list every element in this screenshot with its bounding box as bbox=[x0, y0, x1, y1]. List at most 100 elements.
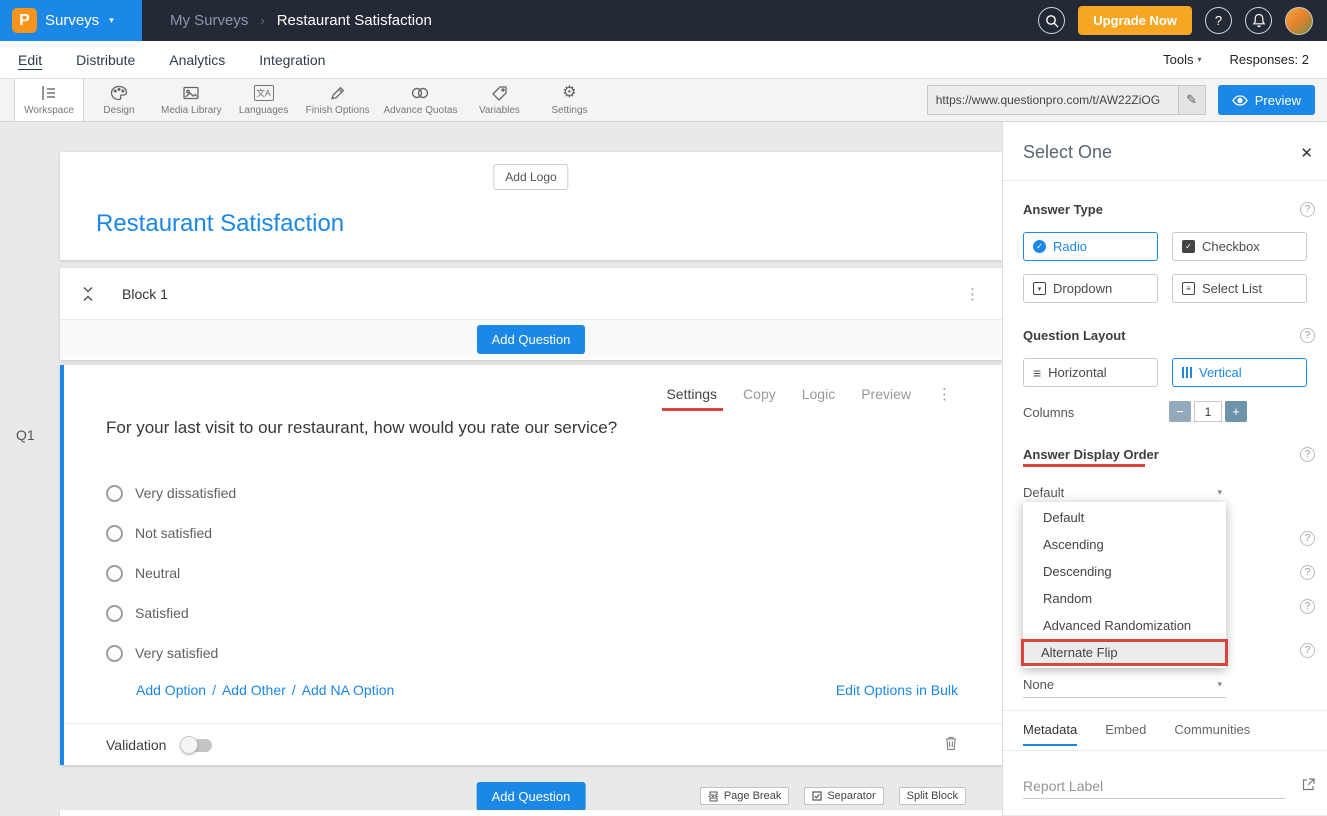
survey-url-input[interactable] bbox=[927, 85, 1179, 115]
help-icon[interactable]: ? bbox=[1300, 599, 1315, 614]
block-menu-icon[interactable]: ⋮ bbox=[965, 285, 980, 303]
separator-label: Separator bbox=[827, 790, 875, 802]
option-add-links: Add Option / Add Other / Add NA Option bbox=[136, 682, 394, 698]
breadcrumb-current: Restaurant Satisfaction bbox=[277, 12, 432, 29]
toolbar-item-variables[interactable]: Variables bbox=[464, 79, 534, 121]
breadcrumb-my-surveys[interactable]: My Surveys bbox=[170, 12, 248, 29]
columns-increment-button[interactable]: + bbox=[1225, 401, 1247, 422]
menu-item-ascending[interactable]: Ascending bbox=[1023, 531, 1226, 558]
chevron-down-icon: ▾ bbox=[1197, 55, 1201, 64]
collapse-block-icon[interactable] bbox=[82, 286, 94, 302]
responses-link[interactable]: Responses: 2 bbox=[1230, 52, 1310, 67]
edit-url-button[interactable]: ✎ bbox=[1179, 85, 1206, 115]
add-logo-button[interactable]: Add Logo bbox=[493, 164, 568, 190]
tab-integration[interactable]: Integration bbox=[259, 52, 325, 68]
answer-option-label[interactable]: Satisfied bbox=[135, 605, 189, 621]
toolbar-item-media-library[interactable]: Media Library bbox=[154, 79, 229, 121]
help-icon[interactable]: ? bbox=[1300, 643, 1315, 658]
help-icon[interactable]: ? bbox=[1300, 202, 1315, 217]
columns-decrement-button[interactable]: − bbox=[1169, 401, 1191, 422]
split-block-button[interactable]: Split Block bbox=[899, 787, 966, 805]
add-option-link[interactable]: Add Option bbox=[136, 682, 206, 698]
columns-input[interactable] bbox=[1194, 401, 1222, 422]
layout-vertical-button[interactable]: Vertical bbox=[1172, 358, 1307, 387]
answer-type-dropdown[interactable]: ▾ Dropdown bbox=[1023, 274, 1158, 303]
page-break-button[interactable]: Page Break bbox=[700, 787, 789, 805]
toolbar-item-settings[interactable]: ⚙ Settings bbox=[534, 79, 604, 121]
answer-type-options: ✓ Radio ✓ Checkbox ▾ Dropdown ≡ Select L… bbox=[1023, 232, 1307, 303]
toolbar-item-workspace[interactable]: Workspace bbox=[14, 79, 84, 121]
tab-edit[interactable]: Edit bbox=[18, 52, 42, 68]
notifications-button[interactable] bbox=[1245, 7, 1272, 34]
close-panel-icon[interactable]: ✕ bbox=[1300, 144, 1313, 162]
survey-toolbar: Workspace Design Media Library 文A Langua… bbox=[0, 79, 1327, 122]
radio-button[interactable] bbox=[106, 645, 123, 662]
edit-options-bulk-link[interactable]: Edit Options in Bulk bbox=[836, 682, 958, 698]
question-tab-preview[interactable]: Preview bbox=[861, 386, 911, 402]
toolbar-item-design[interactable]: Design bbox=[84, 79, 154, 121]
report-label-input[interactable] bbox=[1023, 774, 1285, 799]
horizontal-lines-icon: ≡ bbox=[1033, 366, 1041, 380]
answer-option-label[interactable]: Not satisfied bbox=[135, 525, 212, 541]
help-icon[interactable]: ? bbox=[1300, 328, 1315, 343]
annotation-display-order-underline bbox=[1023, 464, 1145, 467]
divider bbox=[1003, 750, 1327, 751]
answer-type-radio[interactable]: ✓ Radio bbox=[1023, 232, 1158, 261]
delete-question-icon[interactable] bbox=[944, 735, 958, 751]
divider bbox=[1003, 180, 1327, 181]
tab-analytics[interactable]: Analytics bbox=[169, 52, 225, 68]
radio-button[interactable] bbox=[106, 485, 123, 502]
separator-button[interactable]: Separator bbox=[804, 787, 883, 805]
add-other-link[interactable]: Add Other bbox=[222, 682, 286, 698]
menu-item-advanced-randomization[interactable]: Advanced Randomization bbox=[1023, 612, 1226, 639]
answer-type-checkbox[interactable]: ✓ Checkbox bbox=[1172, 232, 1307, 261]
answer-type-select-list[interactable]: ≡ Select List bbox=[1172, 274, 1307, 303]
help-button[interactable]: ? bbox=[1205, 7, 1232, 34]
validation-toggle[interactable] bbox=[182, 739, 212, 752]
answer-option-label[interactable]: Very satisfied bbox=[135, 645, 218, 661]
app-menu[interactable]: P Surveys ▾ bbox=[0, 0, 142, 41]
layout-horizontal-button[interactable]: ≡ Horizontal bbox=[1023, 358, 1158, 387]
answer-type-option-label: Select List bbox=[1202, 281, 1262, 296]
toolbar-item-languages[interactable]: 文A Languages bbox=[229, 79, 299, 121]
answer-option-label[interactable]: Very dissatisfied bbox=[135, 485, 236, 501]
block-add-question-row: Add Question bbox=[60, 320, 1002, 359]
question-tab-copy[interactable]: Copy bbox=[743, 386, 776, 402]
add-question-button-top[interactable]: Add Question bbox=[477, 325, 586, 354]
secondary-order-select[interactable]: None ▾ bbox=[1023, 672, 1226, 698]
menu-item-alternate-flip[interactable]: Alternate Flip bbox=[1021, 639, 1228, 666]
question-tab-logic[interactable]: Logic bbox=[802, 386, 835, 402]
panel-tab-embed[interactable]: Embed bbox=[1105, 722, 1146, 746]
tab-distribute[interactable]: Distribute bbox=[76, 52, 135, 68]
add-question-button-bottom[interactable]: Add Question bbox=[477, 782, 586, 811]
upgrade-now-button[interactable]: Upgrade Now bbox=[1078, 6, 1192, 35]
question-menu-icon[interactable]: ⋮ bbox=[937, 385, 952, 403]
preview-button[interactable]: Preview bbox=[1218, 85, 1315, 115]
radio-button[interactable] bbox=[106, 605, 123, 622]
nav-right: Tools ▾ Responses: 2 bbox=[1163, 52, 1309, 67]
question-tab-settings[interactable]: Settings bbox=[666, 386, 717, 402]
question-settings-panel: Select One ✕ Answer Type ? ✓ Radio ✓ Che… bbox=[1002, 122, 1327, 815]
add-na-option-link[interactable]: Add NA Option bbox=[302, 682, 395, 698]
menu-item-descending[interactable]: Descending bbox=[1023, 558, 1226, 585]
answer-type-option-label: Dropdown bbox=[1053, 281, 1112, 296]
user-avatar[interactable] bbox=[1285, 7, 1313, 35]
survey-title[interactable]: Restaurant Satisfaction bbox=[96, 210, 344, 238]
answer-option-label[interactable]: Neutral bbox=[135, 565, 180, 581]
toolbar-item-finish-options[interactable]: Finish Options bbox=[299, 79, 377, 121]
radio-button[interactable] bbox=[106, 525, 123, 542]
menu-item-default[interactable]: Default bbox=[1023, 504, 1226, 531]
answer-type-label: Answer Type bbox=[1023, 202, 1103, 217]
panel-tab-metadata[interactable]: Metadata bbox=[1023, 722, 1077, 746]
help-icon[interactable]: ? bbox=[1300, 531, 1315, 546]
toolbar-item-advance-quotas[interactable]: Advance Quotas bbox=[377, 79, 465, 121]
radio-button[interactable] bbox=[106, 565, 123, 582]
search-button[interactable] bbox=[1038, 7, 1065, 34]
panel-tab-communities[interactable]: Communities bbox=[1174, 722, 1250, 746]
menu-item-random[interactable]: Random bbox=[1023, 585, 1226, 612]
help-icon[interactable]: ? bbox=[1300, 565, 1315, 580]
question-text[interactable]: For your last visit to our restaurant, h… bbox=[106, 418, 617, 438]
expand-icon[interactable] bbox=[1302, 778, 1315, 791]
tools-menu[interactable]: Tools ▾ bbox=[1163, 52, 1201, 67]
help-icon[interactable]: ? bbox=[1300, 447, 1315, 462]
